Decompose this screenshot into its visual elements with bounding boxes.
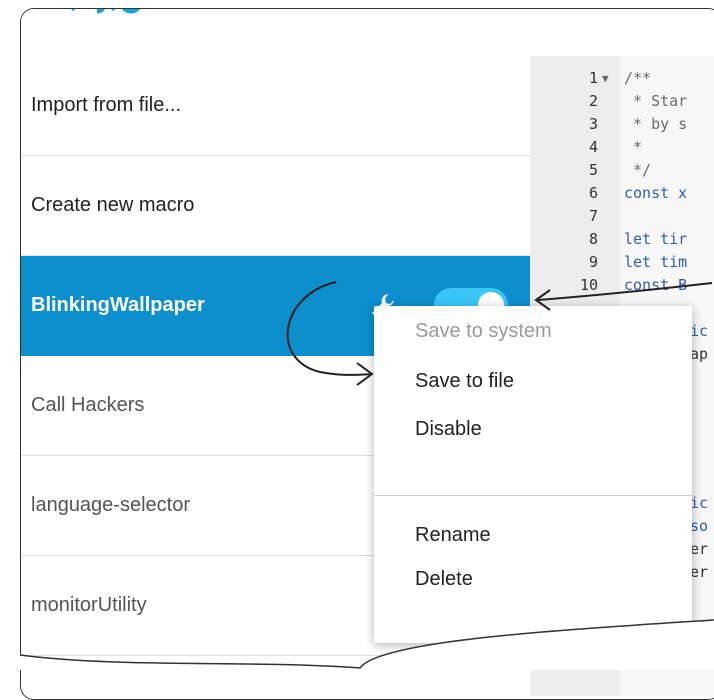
menu-divider <box>374 495 692 496</box>
line-number: 7 <box>588 207 598 225</box>
code-line: * <box>624 138 643 156</box>
line-number: 3 <box>588 115 598 133</box>
line-number: 21 <box>579 643 598 661</box>
menu-item-disable[interactable]: Disable <box>415 418 482 441</box>
menu-item-save-to-system[interactable]: Save to system <box>415 320 552 343</box>
code-fragment: ic <box>690 322 709 340</box>
line-number: 8 <box>588 230 598 248</box>
line-number: 2 <box>588 92 598 110</box>
line-number: 1 <box>588 69 598 87</box>
cisco-logo <box>71 9 141 14</box>
code-line: const B <box>624 276 688 294</box>
code-line: */ <box>624 161 652 179</box>
code-fragment: ic <box>690 494 709 512</box>
macro-name: language-selector <box>31 494 190 516</box>
import-from-file-label: Import from file... <box>31 94 182 116</box>
code-line: Bli <box>624 643 670 661</box>
code-line: /** <box>624 69 652 87</box>
code-fragment: er <box>690 563 709 581</box>
code-fragment: er <box>690 540 709 558</box>
code-line: * by s <box>624 115 688 133</box>
macro-name: BlinkingWallpaper <box>31 294 205 316</box>
line-number: 4 <box>588 138 598 156</box>
menu-item-save-to-file[interactable]: Save to file <box>415 370 514 393</box>
code-fragment: so <box>690 517 709 535</box>
menu-item-delete[interactable]: Delete <box>415 568 473 591</box>
macro-name: monitorUtility <box>31 594 147 616</box>
code-line: let tir <box>624 230 688 248</box>
line-number: 10 <box>579 276 598 294</box>
line-number: 6 <box>588 184 598 202</box>
create-new-macro-label: Create new macro <box>31 194 195 216</box>
line-number: 9 <box>588 253 598 271</box>
fold-arrow-icon[interactable]: ▼ <box>602 72 609 85</box>
create-new-macro-item[interactable]: Create new macro <box>21 156 530 256</box>
macro-name: Call Hackers <box>31 394 145 416</box>
line-number: 5 <box>588 161 598 179</box>
code-line: * Star <box>624 92 688 110</box>
menu-item-rename[interactable]: Rename <box>415 524 491 547</box>
top-bar <box>21 9 714 56</box>
code-line: let tim <box>624 253 688 271</box>
macro-context-menu: Save to system Save to file Disable Rena… <box>374 306 692 643</box>
import-from-file-item[interactable]: Import from file... <box>21 56 530 156</box>
code-line: const x <box>624 184 688 202</box>
code-fragment: ap <box>690 345 709 363</box>
